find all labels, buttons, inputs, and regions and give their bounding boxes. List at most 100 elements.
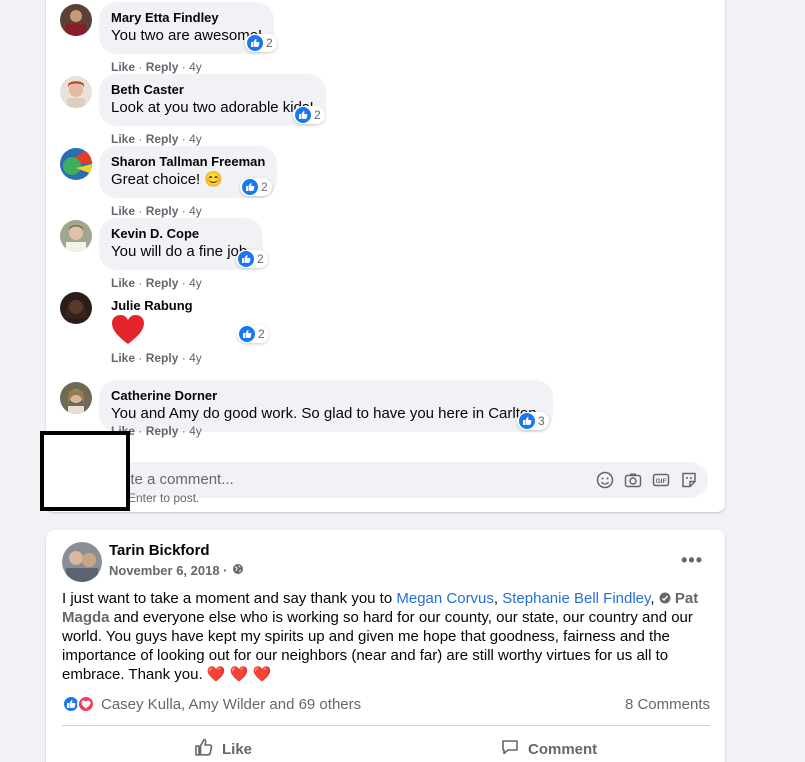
- comment-author[interactable]: Julie Rabung: [111, 298, 193, 314]
- separator: ·: [138, 351, 143, 365]
- redacted-avatar-box: [40, 431, 130, 511]
- reaction-icons[interactable]: [62, 695, 95, 713]
- comment-author[interactable]: Kevin D. Cope: [111, 226, 251, 242]
- reaction-number: 2: [257, 252, 264, 266]
- comment-bubble: Beth Caster Look at you two adorable kid…: [99, 74, 326, 126]
- reaction-count[interactable]: 2: [236, 250, 268, 268]
- comment-button[interactable]: Comment: [500, 737, 597, 761]
- reaction-count[interactable]: 2: [293, 106, 325, 124]
- like-link[interactable]: Like: [111, 204, 135, 218]
- like-reaction-icon: [247, 35, 263, 51]
- comment-time[interactable]: 4y: [189, 204, 202, 218]
- avatar[interactable]: [60, 292, 92, 324]
- comment-author[interactable]: Mary Etta Findley: [111, 10, 262, 26]
- comment-time[interactable]: 4y: [189, 132, 202, 146]
- reactors-text[interactable]: Casey Kulla, Amy Wilder and 69 others: [101, 696, 361, 713]
- like-link[interactable]: Like: [111, 276, 135, 290]
- reply-link[interactable]: Reply: [146, 204, 179, 218]
- reply-link[interactable]: Reply: [146, 424, 179, 438]
- comment-text: You and Amy do good work. So glad to hav…: [111, 405, 541, 422]
- reaction-number: 2: [314, 108, 321, 122]
- author-avatar[interactable]: [62, 542, 102, 582]
- comment-text: You will do a fine job.: [111, 243, 252, 260]
- emoji-icon[interactable]: [596, 471, 614, 494]
- like-reaction-icon: [242, 179, 258, 195]
- mention-link[interactable]: Stephanie Bell Findley: [502, 590, 650, 607]
- comment-time[interactable]: 4y: [189, 351, 202, 365]
- sticker-icon[interactable]: [680, 471, 698, 494]
- enter-hint: Enter to post.: [128, 491, 200, 505]
- comment-meta: Like · Reply · 4y: [111, 60, 202, 74]
- comments-count[interactable]: 8 Comments: [625, 696, 710, 713]
- svg-text:GIF: GIF: [656, 478, 667, 485]
- reaction-count[interactable]: 2: [245, 34, 277, 52]
- separator: ·: [138, 132, 143, 146]
- comment-bubble-icon: [500, 737, 520, 761]
- camera-icon[interactable]: [624, 471, 642, 494]
- comments-card: Mary Etta Findley You two are awesome! 2…: [46, 0, 725, 512]
- avatar[interactable]: [60, 4, 92, 36]
- mention-link[interactable]: Megan Corvus: [396, 590, 494, 607]
- comment-time[interactable]: 4y: [189, 276, 202, 290]
- comment-meta: Like · Reply · 4y: [111, 351, 202, 365]
- post-author[interactable]: Tarin Bickford: [109, 542, 210, 559]
- separator: ·: [181, 424, 186, 438]
- avatar[interactable]: [60, 148, 92, 180]
- avatar[interactable]: [60, 76, 92, 108]
- post-date[interactable]: November 6, 2018 ·: [109, 563, 228, 578]
- post-text: ,: [493, 590, 503, 607]
- avatar[interactable]: [60, 382, 92, 414]
- reaction-count[interactable]: 2: [240, 178, 272, 196]
- reactions-summary: Casey Kulla, Amy Wilder and 69 others 8 …: [62, 695, 710, 713]
- post-text: I just want to take a moment and say tha…: [62, 590, 397, 607]
- post-text: and everyone else who is working so hard…: [62, 609, 693, 683]
- separator: ·: [181, 351, 186, 365]
- reply-link[interactable]: Reply: [146, 276, 179, 290]
- like-button[interactable]: Like: [194, 737, 252, 761]
- separator: ·: [181, 276, 186, 290]
- gif-icon[interactable]: GIF: [652, 471, 670, 494]
- love-reaction-icon: [77, 695, 95, 713]
- hearts-emoji: ❤️ ❤️ ❤️: [206, 666, 272, 683]
- reply-link[interactable]: Reply: [146, 132, 179, 146]
- reply-link[interactable]: Reply: [146, 351, 179, 365]
- reaction-count[interactable]: 2: [237, 325, 269, 343]
- reaction-number: 2: [258, 327, 265, 341]
- privacy-globe-icon[interactable]: [232, 563, 244, 578]
- reaction-number: 2: [266, 36, 273, 50]
- separator: ·: [181, 60, 186, 74]
- reply-link[interactable]: Reply: [146, 60, 179, 74]
- comment-label: Comment: [528, 740, 598, 758]
- comment-text: Look at you two adorable kids!: [111, 99, 314, 116]
- comment-time[interactable]: 4y: [189, 424, 202, 438]
- separator: ·: [138, 424, 143, 438]
- post-text: ,: [650, 590, 659, 607]
- comment-meta: Like · Reply · 4y: [111, 204, 202, 218]
- like-link[interactable]: Like: [111, 132, 135, 146]
- separator: ·: [181, 204, 186, 218]
- avatar[interactable]: [60, 220, 92, 252]
- separator: ·: [138, 60, 143, 74]
- comment-author[interactable]: Catherine Dorner: [111, 388, 541, 404]
- comment-tools: GIF: [596, 471, 698, 494]
- reaction-number: 2: [261, 180, 268, 194]
- post-date-row: November 6, 2018 ·: [109, 563, 244, 578]
- like-link[interactable]: Like: [111, 60, 135, 74]
- comment-meta: Like · Reply · 4y: [111, 276, 202, 290]
- like-label: Like: [222, 740, 253, 758]
- reaction-count[interactable]: 3: [517, 412, 549, 430]
- verified-badge-icon: [659, 590, 671, 607]
- separator: ·: [138, 204, 143, 218]
- comment-meta: Like · Reply · 4y: [111, 132, 202, 146]
- more-options-button[interactable]: •••: [681, 550, 703, 571]
- like-reaction-icon: [239, 326, 255, 342]
- comment-author[interactable]: Beth Caster: [111, 82, 314, 98]
- comment-author[interactable]: Sharon Tallman Freeman: [111, 154, 265, 170]
- like-reaction-icon: [238, 251, 254, 267]
- divider: [62, 725, 710, 726]
- comment-time[interactable]: 4y: [189, 60, 202, 74]
- like-reaction-icon: [295, 107, 311, 123]
- reaction-number: 3: [538, 414, 545, 428]
- post-body: I just want to take a moment and say tha…: [62, 589, 712, 684]
- like-link[interactable]: Like: [111, 351, 135, 365]
